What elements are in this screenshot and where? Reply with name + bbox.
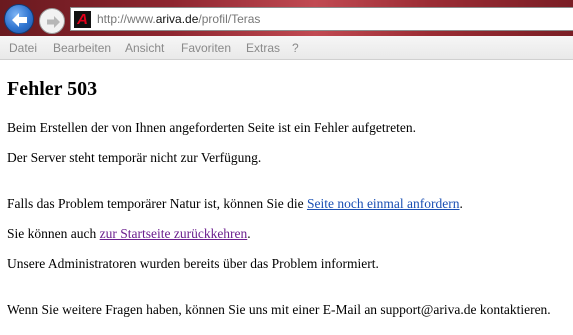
home-link[interactable]: zur Startseite zurückkehren <box>100 226 248 241</box>
server-status-text: Der Server steht temporär nicht zur Verf… <box>7 150 262 165</box>
menu-extras[interactable]: Extras <box>246 41 280 55</box>
contact-text: Wenn Sie weitere Fragen haben, können Si… <box>7 302 551 317</box>
back-button[interactable] <box>4 4 34 34</box>
back-arrow-icon <box>12 13 27 27</box>
home-text: Sie können auch zur Startseite zurückkeh… <box>7 226 251 241</box>
forward-button[interactable] <box>39 8 65 34</box>
menu-bearbeiten[interactable]: Bearbeiten <box>53 41 111 55</box>
menu-bar: Datei Bearbeiten Ansicht Favoriten Extra… <box>0 36 573 60</box>
retry-text: Falls das Problem temporärer Natur ist, … <box>7 196 463 211</box>
forward-arrow-icon <box>47 16 60 28</box>
menu-favoriten[interactable]: Favoriten <box>181 41 231 55</box>
url-text: http://www.ariva.de/profil/Teras <box>97 12 261 26</box>
menu-help[interactable]: ? <box>292 41 299 55</box>
error-message: Beim Erstellen der von Ihnen angefordert… <box>7 120 416 135</box>
site-favicon-icon: A <box>74 11 91 28</box>
page-title: Fehler 503 <box>7 78 98 100</box>
browser-toolbar: A http://www.ariva.de/profil/Teras <box>0 0 573 36</box>
retry-link[interactable]: Seite noch einmal anfordern <box>307 196 460 211</box>
address-bar[interactable]: A http://www.ariva.de/profil/Teras <box>70 7 573 31</box>
menu-ansicht[interactable]: Ansicht <box>125 41 164 55</box>
admin-info-text: Unsere Administratoren wurden bereits üb… <box>7 256 379 271</box>
menu-datei[interactable]: Datei <box>9 41 37 55</box>
